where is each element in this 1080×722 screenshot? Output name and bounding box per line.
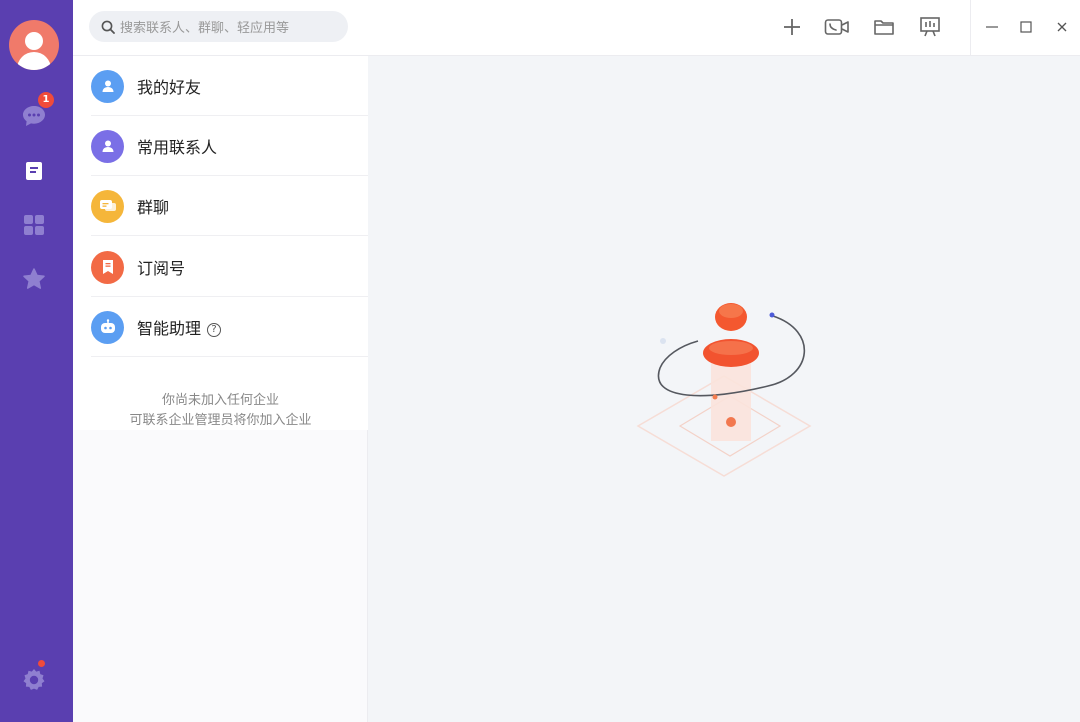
contact-item-label: 群聊 bbox=[137, 198, 170, 217]
nav-messages[interactable]: 1 bbox=[18, 92, 54, 132]
assistant-robot-icon bbox=[91, 310, 124, 344]
files-button[interactable] bbox=[869, 12, 899, 42]
contact-item-friends[interactable]: 我的好友 bbox=[73, 56, 368, 116]
top-bar: 搜索联系人、群聊、轻应用等 bbox=[73, 0, 1080, 56]
main-content-area bbox=[368, 56, 1080, 722]
nav-favorites[interactable] bbox=[18, 263, 50, 295]
left-nav-rail: 1 bbox=[0, 0, 73, 722]
frequent-contact-icon bbox=[91, 129, 124, 163]
contact-item-assistant[interactable]: 智能助理? bbox=[73, 297, 368, 357]
phone-video-button[interactable] bbox=[822, 12, 852, 42]
gear-icon bbox=[23, 669, 45, 690]
minimize-icon bbox=[986, 26, 998, 28]
contact-item-frequent[interactable]: 常用联系人 bbox=[73, 116, 368, 176]
minimize-button[interactable] bbox=[977, 12, 1007, 42]
window-controls-divider bbox=[970, 0, 971, 56]
folder-icon bbox=[874, 20, 894, 35]
phone-call-icon bbox=[824, 19, 849, 35]
nav-settings[interactable] bbox=[18, 660, 50, 696]
grid-apps-icon bbox=[24, 215, 44, 235]
star-icon bbox=[23, 268, 45, 289]
contact-item-label: 智能助理 bbox=[137, 319, 202, 338]
user-avatar[interactable] bbox=[9, 20, 59, 70]
subscription-icon bbox=[91, 250, 124, 284]
search-input[interactable]: 搜索联系人、群聊、轻应用等 bbox=[89, 11, 348, 42]
no-enterprise-hint: 可联系企业管理员将你加入企业 bbox=[129, 413, 312, 428]
contacts-panel: 我的好友 常用联系人 群聊 订阅号 智能助理? 你尚未加入任何企业 可联系企业管… bbox=[73, 56, 368, 722]
presentation-screen-icon bbox=[920, 17, 940, 37]
maximize-icon bbox=[1020, 21, 1032, 33]
contact-item-label: 订阅号 bbox=[137, 259, 186, 278]
search-placeholder: 搜索联系人、群聊、轻应用等 bbox=[120, 21, 290, 36]
plus-icon bbox=[784, 19, 800, 35]
unread-badge: 1 bbox=[38, 92, 54, 108]
contact-item-subscriptions[interactable]: 订阅号 bbox=[73, 237, 368, 297]
contact-item-label: 常用联系人 bbox=[137, 138, 218, 157]
presentation-button[interactable] bbox=[915, 12, 945, 42]
close-icon bbox=[1057, 22, 1067, 32]
settings-notification-dot bbox=[38, 660, 45, 667]
contact-item-group-chats[interactable]: 群聊 bbox=[73, 176, 368, 236]
contact-item-label: 我的好友 bbox=[137, 78, 202, 97]
friend-icon bbox=[91, 69, 124, 103]
maximize-button[interactable] bbox=[1011, 12, 1041, 42]
contacts-book-icon bbox=[26, 162, 42, 180]
help-icon[interactable]: ? bbox=[207, 323, 222, 337]
empty-state-illustration bbox=[636, 303, 812, 477]
search-icon bbox=[101, 20, 115, 34]
group-chat-icon bbox=[91, 189, 124, 223]
nav-contacts[interactable] bbox=[18, 155, 50, 187]
nav-workbench[interactable] bbox=[18, 209, 50, 241]
close-button[interactable] bbox=[1047, 12, 1077, 42]
add-button[interactable] bbox=[777, 12, 807, 42]
no-enterprise-message: 你尚未加入任何企业 bbox=[161, 393, 279, 408]
